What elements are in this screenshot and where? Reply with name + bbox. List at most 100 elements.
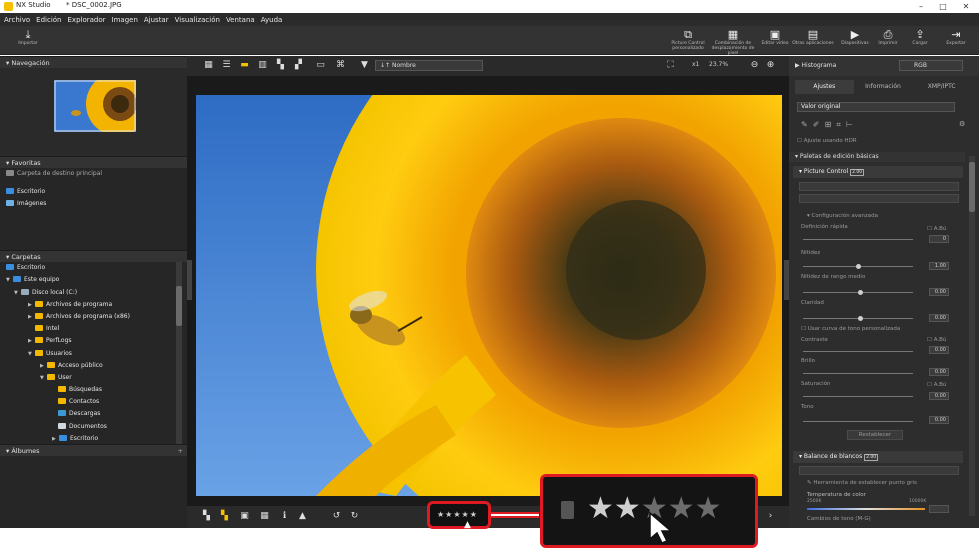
filmstrip-view-icon[interactable]: ▥ [257,60,268,71]
menu-imagen[interactable]: Imagen [112,16,138,24]
hue-slider[interactable] [803,421,913,422]
star-5[interactable]: ★ [695,491,722,526]
scrollbar-thumb[interactable] [969,162,975,212]
movie-editor-button[interactable]: ▣ Editar vídeo [760,28,790,53]
maximize-button[interactable]: □ [932,0,954,13]
display-options-icon[interactable]: ▭ [315,60,326,71]
compare-icon[interactable]: ▣ [239,511,250,522]
crop-icon[interactable]: ⌗ [836,120,841,129]
filter-icon[interactable]: ▼ [359,60,370,71]
expand-arrow-icon[interactable]: ▶ [40,360,47,372]
custom-curve-checkbox[interactable]: ☐ Usar curva de tono personalizada [801,326,900,332]
other-apps-button[interactable]: ▤ Otras aplicaciones [791,28,835,53]
tree-item[interactable]: Intel [0,323,187,335]
contrast-value[interactable]: 0.00 [929,346,949,354]
export-button[interactable]: ⇥ Exportar [940,28,972,53]
compare-view-icon[interactable]: ▚ [275,60,286,71]
tree-item[interactable]: ▶ Archivos de programa [0,299,187,311]
trash-icon[interactable] [561,501,574,519]
brightness-value[interactable]: 0.00 [929,368,949,376]
zoom-out-icon[interactable]: ⊖ [749,60,760,71]
retouch-icon[interactable]: ✎ [801,120,808,129]
menu-explorador[interactable]: Explorador [68,16,106,24]
hue-value[interactable]: 0.00 [929,416,949,424]
next-arrow-icon[interactable]: › [765,511,776,522]
tree-item[interactable]: ▶ PerfLogs [0,335,187,347]
saturation-slider[interactable] [803,396,913,397]
advanced-label[interactable]: ▾ Configuración avanzada [807,213,878,219]
upload-button[interactable]: ⇪ Cargar [906,28,934,53]
favorite-item-escritorio[interactable]: Escritorio [0,186,187,198]
tab-ajustes[interactable]: Ajustes [795,80,854,94]
sort-select[interactable]: ↓↑ Nombre [375,60,483,71]
contrast-slider[interactable] [803,351,913,352]
tree-item[interactable]: ▼ User [0,372,187,384]
pixel-shift-button[interactable]: ▦ Combinación de desplazamiento de píxel [706,28,760,56]
favorite-item-imagenes[interactable]: Imágenes [0,198,187,210]
quick-sharp-value[interactable]: 0 [929,235,949,243]
rotate-left-icon[interactable]: ↺ [331,511,342,522]
slideshow-button[interactable]: ▶ Diapositivas [838,28,872,53]
picture-control-header[interactable]: ▾ Picture Control 2.00 [793,166,963,178]
list-view-icon[interactable]: ☰ [221,60,232,71]
tree-item[interactable]: Contactos [0,396,187,408]
mid-sharpening-value[interactable]: 0.00 [929,288,949,296]
histogram-header[interactable]: ▶ Histograma RGB [789,56,979,76]
menu-ventana[interactable]: Ventana [226,16,255,24]
color-temp-value[interactable] [929,505,949,513]
right-scrollbar[interactable] [969,156,975,516]
tree-item[interactable]: ▶ Escritorio [0,433,187,444]
expand-arrow-icon[interactable]: ▼ [14,287,21,299]
expand-arrow-icon[interactable]: ▶ [28,299,35,311]
brightness-slider[interactable] [803,373,913,374]
white-balance-select[interactable] [799,466,959,475]
tree-item[interactable]: Descargas [0,408,187,420]
menu-visualizacion[interactable]: Visualización [175,16,220,24]
levels-icon[interactable]: ⊞ [825,120,832,129]
tree-item[interactable]: ▼ Este equipo [0,274,187,286]
zoom-in-icon[interactable]: ⊕ [765,60,776,71]
sharpening-knob[interactable] [856,264,861,269]
picture-control-sub-select[interactable] [799,194,959,203]
hdr-checkbox[interactable]: ☐ Ajuste usando HDR [797,138,857,144]
mid-sharpening-knob[interactable] [858,290,863,295]
settings-gear-icon[interactable]: ⚙ [959,120,965,128]
brush-icon[interactable]: ✐ [813,120,820,129]
tree-item[interactable]: Escritorio [0,262,187,274]
tree-scrollbar[interactable] [176,262,182,445]
left-collapse-handle[interactable] [187,260,192,300]
navigation-thumbnail[interactable] [54,80,136,132]
saturation-auto-checkbox[interactable]: ☐ A.Bú [927,382,946,388]
tree-item[interactable]: Búsquedas [0,384,187,396]
color-temp-slider[interactable] [807,508,925,510]
clarity-knob[interactable] [858,316,863,321]
tree-item[interactable]: ▶ Archivos de programa (x86) [0,311,187,323]
expand-arrow-icon[interactable]: ▶ [28,311,35,323]
scrollbar-thumb[interactable] [176,286,182,327]
grid-icon[interactable]: ▦ [259,511,270,522]
picture-control-select[interactable] [799,182,959,191]
label-icon[interactable]: ▚ [201,511,212,522]
single-view-icon[interactable]: ▬ [239,60,250,71]
straighten-icon[interactable]: ⊢ [846,120,853,129]
reset-button[interactable]: Restablecer [847,430,903,440]
menu-edicion[interactable]: Edición [36,16,61,24]
zoom-x1[interactable]: x1 [692,61,699,68]
basic-palettes-header[interactable]: ▾ Paletas de edición básicas [789,152,965,162]
info-icon[interactable]: ℹ [279,511,290,522]
main-photo[interactable] [196,95,782,496]
auto-checkbox[interactable]: ☐ A.Bú [927,226,946,232]
white-balance-header[interactable]: ▾ Balance de blancos 2.00 [793,451,963,463]
saturation-value[interactable]: 0.00 [929,392,949,400]
close-button[interactable]: ✕ [955,0,977,13]
menu-ajustar[interactable]: Ajustar [144,16,169,24]
contrast-auto-checkbox[interactable]: ☐ A.Bú [927,337,946,343]
star-1[interactable]: ★ [587,491,614,526]
tree-item[interactable]: ▼ Disco local (C:) [0,287,187,299]
add-album-icon[interactable]: + [178,445,183,457]
grid-view-icon[interactable]: ▦ [203,60,214,71]
expand-arrow-icon[interactable]: ▶ [28,335,35,347]
rotate-right-icon[interactable]: ↻ [349,511,360,522]
clarity-value[interactable]: 0.00 [929,314,949,322]
menu-archivo[interactable]: Archivo [4,16,30,24]
